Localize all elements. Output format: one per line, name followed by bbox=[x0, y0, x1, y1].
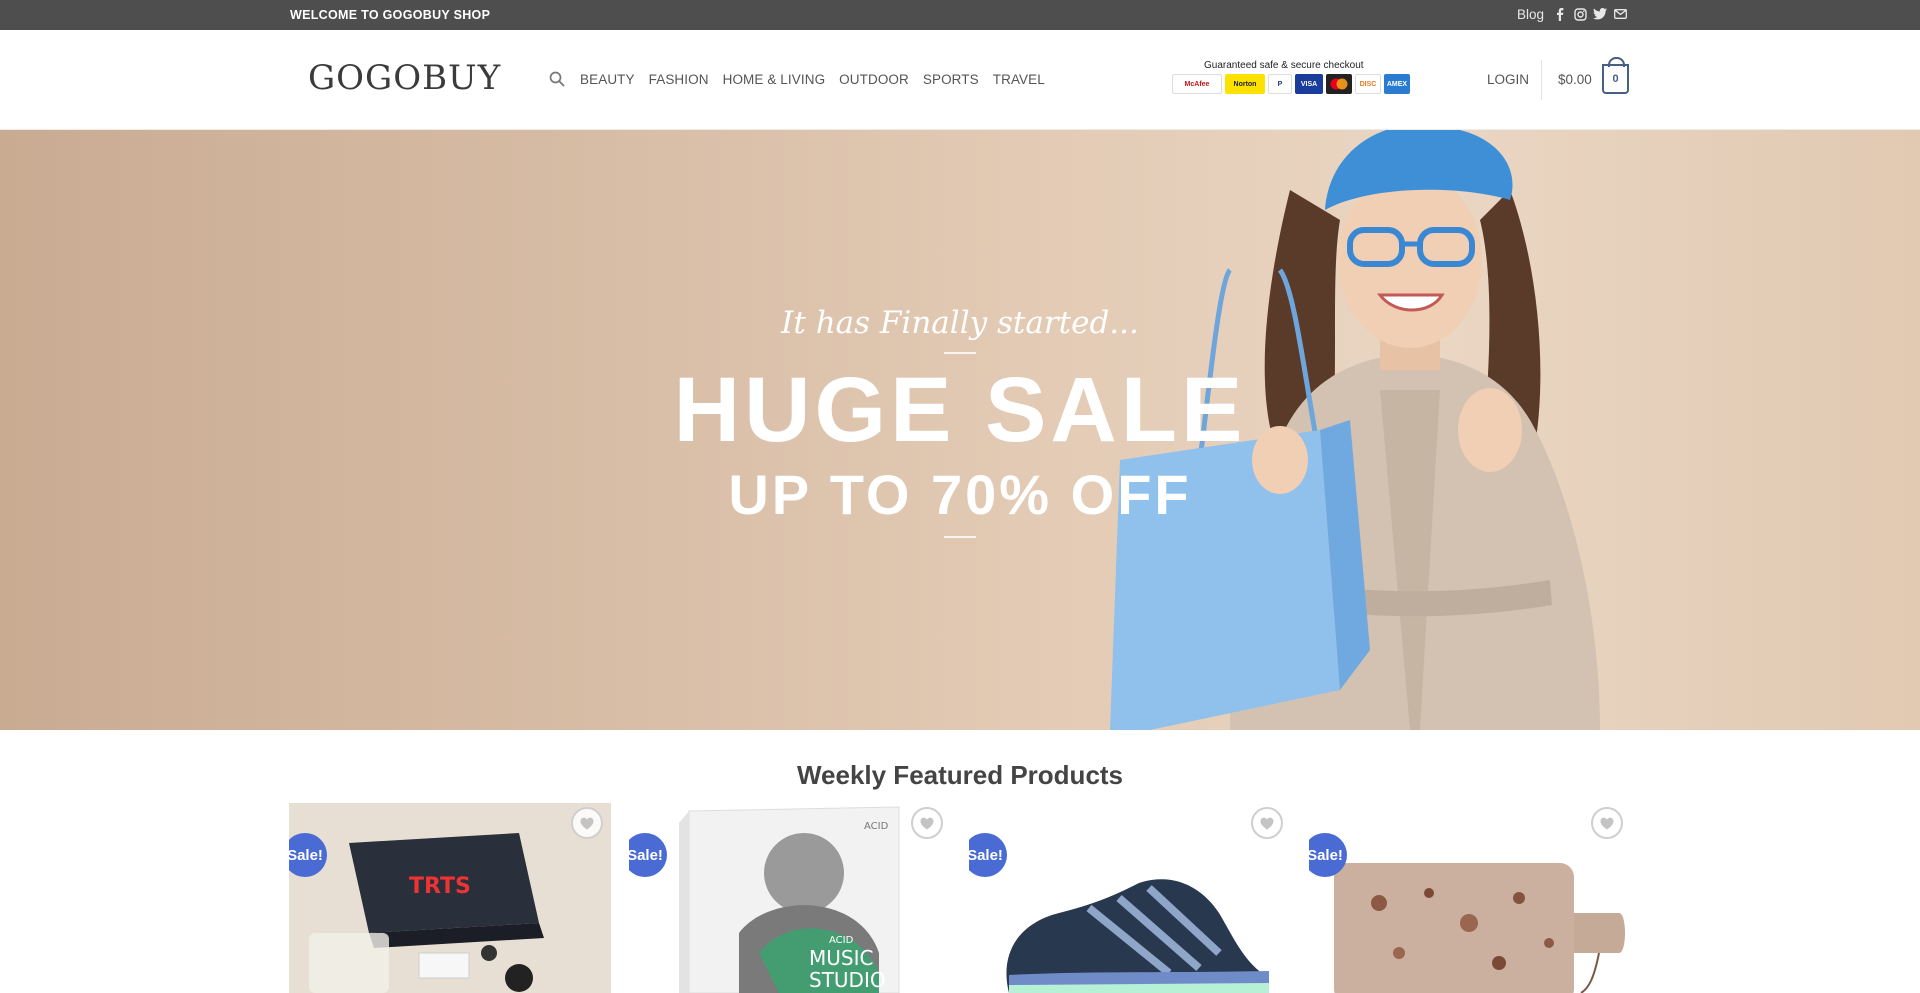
visa-badge: VISA bbox=[1295, 74, 1323, 94]
blog-link[interactable]: Blog bbox=[1517, 7, 1544, 22]
svg-text:TRTS: TRTS bbox=[409, 874, 471, 899]
rc-car-kit-image: TRTS bbox=[289, 803, 611, 993]
welcome-message: WELCOME TO GOGOBUY SHOP bbox=[290, 8, 491, 22]
paypal-badge: P bbox=[1268, 74, 1292, 94]
nav-item-beauty[interactable]: BEAUTY bbox=[580, 72, 635, 87]
header-divider bbox=[1541, 60, 1542, 100]
hero-tagline: It has Finally started... bbox=[781, 305, 1139, 341]
cart-total[interactable]: $0.00 bbox=[1558, 72, 1592, 87]
hero-subheadline: UP TO 70% OFF bbox=[728, 463, 1192, 526]
wishlist-heart-icon[interactable] bbox=[911, 807, 943, 839]
wishlist-heart-icon[interactable] bbox=[571, 807, 603, 839]
amex-badge: AMEX bbox=[1384, 74, 1410, 94]
norton-badge: Norton bbox=[1225, 74, 1265, 94]
hero-divider-top bbox=[0, 352, 1920, 354]
nav-item-sports[interactable]: SPORTS bbox=[923, 72, 979, 87]
hero-headline: HUGE SALE bbox=[673, 359, 1247, 461]
cart-icon[interactable]: 0 bbox=[1602, 57, 1629, 94]
svg-text:ACID: ACID bbox=[829, 935, 854, 946]
site-logo[interactable]: GOGOBUY bbox=[308, 58, 501, 98]
trust-caption: Guaranteed safe & secure checkout bbox=[1204, 60, 1364, 71]
instagram-icon[interactable] bbox=[1573, 6, 1587, 22]
product-card[interactable]: ACID MUSIC STUDIO ACID Sale! bbox=[629, 803, 951, 993]
mcafee-badge: McAfee bbox=[1172, 74, 1222, 94]
nav-item-travel[interactable]: TRAVEL bbox=[993, 72, 1045, 87]
discover-badge: DISC bbox=[1355, 74, 1381, 94]
login-link[interactable]: LOGIN bbox=[1487, 72, 1529, 87]
mastercard-badge bbox=[1326, 74, 1352, 94]
hero-banner[interactable]: It has Finally started... HUGE SALE UP T… bbox=[0, 130, 1920, 730]
main-nav: BEAUTY FASHION HOME & LIVING OUTDOOR SPO… bbox=[580, 72, 1059, 87]
site-header: GOGOBUY BEAUTY FASHION HOME & LIVING OUT… bbox=[0, 30, 1920, 130]
svg-text:STUDIO: STUDIO bbox=[809, 968, 886, 992]
featured-section-title: Weekly Featured Products bbox=[796, 760, 1124, 790]
nav-item-home-living[interactable]: HOME & LIVING bbox=[723, 72, 826, 87]
product-card[interactable]: Sale! bbox=[969, 803, 1291, 993]
running-shoe-image bbox=[969, 803, 1291, 993]
svg-text:ACID: ACID bbox=[864, 821, 889, 832]
nav-item-fashion[interactable]: FASHION bbox=[649, 72, 709, 87]
cart-count: 0 bbox=[1612, 73, 1619, 85]
wishlist-heart-icon[interactable] bbox=[1251, 807, 1283, 839]
product-card[interactable]: Sale! bbox=[1309, 803, 1631, 993]
nav-item-outdoor[interactable]: OUTDOOR bbox=[839, 72, 909, 87]
svg-text:MUSIC: MUSIC bbox=[809, 946, 873, 970]
product-card[interactable]: TRTS Sale! bbox=[289, 803, 611, 993]
music-studio-software-image: ACID MUSIC STUDIO ACID bbox=[629, 803, 951, 993]
wishlist-heart-icon[interactable] bbox=[1591, 807, 1623, 839]
search-icon[interactable] bbox=[549, 71, 565, 92]
trust-badges: Guaranteed safe & secure checkout McAfee… bbox=[1170, 60, 1416, 98]
social-links bbox=[1553, 6, 1627, 22]
hero-divider-bottom bbox=[0, 536, 1920, 538]
twitter-icon[interactable] bbox=[1593, 6, 1607, 22]
email-icon[interactable] bbox=[1613, 6, 1627, 22]
top-bar: WELCOME TO GOGOBUY SHOP Blog bbox=[0, 0, 1920, 30]
terrazzo-cutting-board-image bbox=[1309, 803, 1631, 993]
facebook-icon[interactable] bbox=[1553, 6, 1567, 22]
